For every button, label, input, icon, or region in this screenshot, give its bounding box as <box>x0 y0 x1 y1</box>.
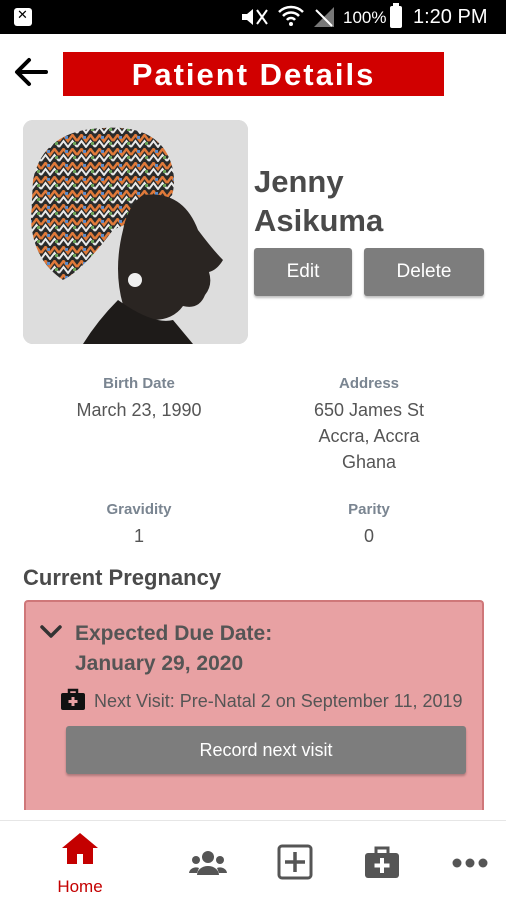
signal-icon <box>312 6 336 33</box>
birth-date-value: March 23, 1990 <box>76 400 202 420</box>
nav-more[interactable] <box>440 831 500 891</box>
battery-icon <box>390 3 402 28</box>
back-button[interactable] <box>12 56 52 92</box>
mute-icon <box>240 7 270 32</box>
nav-home-label: Home <box>57 877 103 896</box>
patient-last-name: Asikuma <box>254 203 384 238</box>
status-bar: 100% 1:20 PM <box>0 0 506 34</box>
address-label: Address <box>338 375 400 392</box>
pregnancy-card[interactable]: Expected Due Date: January 29, 2020 Next… <box>24 600 484 810</box>
plus-square-icon <box>277 844 313 880</box>
patient-name: Jenny Asikuma <box>254 162 494 240</box>
address-line-3: Ghana <box>341 452 397 472</box>
app-screen: 100% 1:20 PM Patient Details <box>0 0 506 900</box>
current-pregnancy-heading: Current Pregnancy <box>23 565 222 590</box>
address-line-1: 650 James St <box>313 400 425 420</box>
gravidity-label: Gravidity <box>106 501 172 518</box>
arrow-left-icon <box>15 58 48 86</box>
birth-date-label: Birth Date <box>103 375 175 392</box>
patient-first-name: Jenny <box>254 164 344 199</box>
users-icon <box>189 851 227 875</box>
battery-percent: 100% <box>343 8 387 27</box>
more-icon <box>452 858 488 868</box>
delete-button[interactable]: Delete <box>364 248 484 296</box>
medkit-icon <box>60 688 86 710</box>
next-visit-text: Next Visit: Pre-Natal 2 on September 11,… <box>94 691 463 711</box>
bottom-nav: Home <box>0 820 506 900</box>
patient-photo <box>23 120 248 344</box>
nav-add[interactable] <box>265 831 325 891</box>
home-icon <box>62 833 98 864</box>
due-date-value: January 29, 2020 <box>75 652 244 675</box>
parity-value: 0 <box>363 526 374 546</box>
clock: 1:20 PM <box>413 6 488 28</box>
notification-icon <box>14 8 32 26</box>
chevron-down-icon[interactable] <box>39 622 63 642</box>
nav-patients[interactable] <box>178 831 238 891</box>
nav-visits[interactable] <box>352 831 412 891</box>
page-title: Patient Details <box>63 52 444 96</box>
parity-label: Parity <box>348 501 390 518</box>
wifi-icon <box>278 5 304 32</box>
edit-button[interactable]: Edit <box>254 248 352 296</box>
address-value: 650 James St Accra, Accra Ghana <box>269 397 469 475</box>
nav-home[interactable]: Home <box>50 831 110 896</box>
medkit-icon <box>365 846 399 878</box>
due-date-label: Expected Due Date: <box>75 622 273 645</box>
address-line-2: Accra, Accra <box>318 426 420 446</box>
record-next-visit-button[interactable]: Record next visit <box>66 726 466 774</box>
gravidity-value: 1 <box>133 526 144 546</box>
